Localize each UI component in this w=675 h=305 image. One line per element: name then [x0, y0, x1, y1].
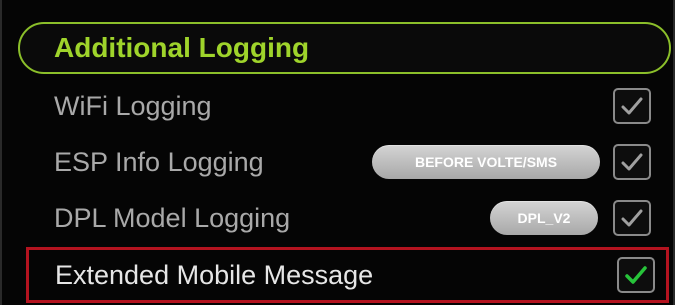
- setting-label-dpl-model-logging: DPL Model Logging: [54, 203, 291, 233]
- check-icon: [621, 97, 643, 115]
- section-title: Additional Logging: [54, 32, 310, 63]
- extended-mobile-message-checkbox[interactable]: [617, 257, 655, 293]
- setting-row-dpl-model-logging[interactable]: DPL Model Logging DPL_V2: [26, 189, 667, 249]
- check-icon: [621, 209, 643, 227]
- check-icon: [621, 153, 643, 171]
- check-icon: [625, 266, 647, 284]
- settings-panel: Additional Logging WiFi Logging ESP Info…: [0, 0, 675, 305]
- setting-label-esp-info-logging: ESP Info Logging: [54, 147, 264, 177]
- esp-info-logging-checkbox[interactable]: [613, 144, 651, 180]
- setting-label-extended-mobile-message: Extended Mobile Message: [55, 260, 374, 290]
- dpl-model-logging-checkbox[interactable]: [613, 200, 651, 236]
- setting-label-wifi-logging: WiFi Logging: [54, 91, 212, 121]
- dpl-model-version-button[interactable]: DPL_V2: [490, 201, 598, 235]
- setting-row-wifi-logging[interactable]: WiFi Logging: [26, 77, 667, 137]
- esp-info-mode-button[interactable]: BEFORE VOLTE/SMS: [372, 145, 600, 179]
- setting-row-esp-info-logging[interactable]: ESP Info Logging BEFORE VOLTE/SMS: [26, 133, 667, 193]
- section-header-additional-logging: Additional Logging: [18, 22, 671, 74]
- setting-row-extended-mobile-message[interactable]: Extended Mobile Message: [26, 247, 669, 303]
- wifi-logging-checkbox[interactable]: [613, 88, 651, 124]
